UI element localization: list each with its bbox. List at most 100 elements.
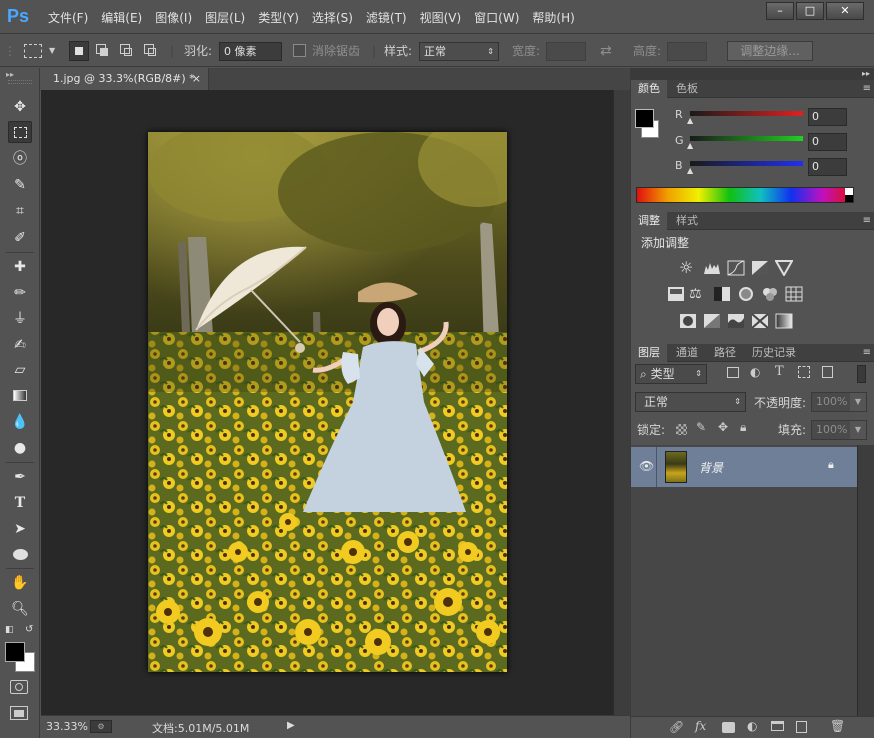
menu-help[interactable]: 帮助(H) [530,9,582,26]
levels-icon[interactable] [703,260,721,276]
link-layers-icon[interactable]: 🔗︎ [669,720,684,734]
marquee-tool-icon[interactable] [8,121,32,143]
posterize-icon[interactable] [703,313,721,329]
channel-g-thumb-icon[interactable]: ▲ [687,141,693,150]
intersect-selection-button[interactable] [144,44,156,56]
brightness-icon[interactable]: ☼ [679,260,697,276]
type-tool-icon[interactable]: T [8,492,32,514]
channel-mixer-icon[interactable] [761,286,779,302]
tab-layers[interactable]: 图层 [631,344,667,362]
filter-shape-icon[interactable] [798,366,810,378]
add-selection-button[interactable] [96,44,108,56]
channel-g-slider[interactable] [690,136,803,141]
tab-adjustments[interactable]: 调整 [631,212,667,230]
foreground-color-swatch[interactable] [5,642,25,662]
layer-row-background[interactable]: 👁︎ 背景 🔒︎ [631,447,857,487]
eyedropper-tool-icon[interactable]: ✐ [8,227,32,249]
quick-mask-icon[interactable] [10,680,28,694]
move-tool-icon[interactable]: ✥ [8,96,32,118]
panel-menu-icon[interactable]: ≡ [863,344,871,362]
menu-window[interactable]: 窗口(W) [472,9,527,26]
add-mask-icon[interactable] [722,722,735,733]
lasso-tool-icon[interactable]: ⓞ [8,148,32,170]
tab-styles[interactable]: 样式 [669,212,705,230]
gradient-triangle-icon[interactable] [774,260,794,278]
filter-type-icon[interactable]: T [775,364,784,379]
channel-b-slider[interactable] [690,161,803,166]
collapse-panels-icon[interactable]: ▸▸ [862,68,870,80]
photo-image[interactable] [148,132,507,672]
chevron-down-icon[interactable]: ▼ [850,393,866,411]
photo-filter-icon[interactable] [737,286,755,302]
document-tab[interactable]: 1.jpg @ 33.3%(RGB/8#) * × [41,68,209,90]
pen-tool-icon[interactable]: ✒ [8,466,32,488]
blend-mode-select[interactable]: 正常 ⇕ [635,392,746,412]
history-brush-tool-icon[interactable]: ✍ [8,334,32,356]
color-spectrum-bar[interactable] [636,187,854,203]
brush-tool-icon[interactable]: ✏ [8,282,32,304]
width-input[interactable] [546,42,586,61]
layer-style-fx-icon[interactable]: fx [695,719,706,733]
filter-adjust-icon[interactable]: ◐ [750,365,760,379]
menu-layer[interactable]: 图层(L) [203,9,253,26]
menu-type[interactable]: 类型(Y) [256,9,307,26]
feather-input[interactable]: 0 像素 [219,42,282,61]
screen-mode-icon[interactable] [10,706,28,720]
marquee-preset-icon[interactable] [24,44,42,58]
close-tab-icon[interactable]: × [192,68,201,90]
new-layer-icon[interactable] [796,721,807,733]
antialias-checkbox[interactable] [293,44,306,57]
refine-edge-button[interactable]: 调整边缘... [727,41,813,61]
filter-pixel-icon[interactable] [727,367,739,378]
selective-color-icon[interactable] [751,313,769,329]
lock-position-icon[interactable]: ✥ [718,420,728,434]
clone-stamp-tool-icon[interactable]: ⏚ [8,308,32,330]
crop-tool-icon[interactable]: ⌗ [8,200,32,222]
subtract-selection-button[interactable] [120,44,132,56]
swap-icon[interactable]: ⇄ [600,35,612,67]
zoom-level[interactable]: 33.33% [46,720,88,733]
lock-all-icon[interactable]: 🔒︎ [740,420,746,435]
channel-g-input[interactable]: 0 [808,133,847,151]
menu-filter[interactable]: 滤镜(T) [364,9,415,26]
zoom-tool-icon[interactable]: 🔍︎ [8,598,32,620]
filter-toggle-switch[interactable] [857,365,866,383]
menu-view[interactable]: 视图(V) [418,9,470,26]
panel-menu-icon[interactable]: ≡ [863,212,871,230]
status-menu-arrow-icon[interactable]: ▶ [287,720,295,731]
channel-b-thumb-icon[interactable]: ▲ [687,166,693,175]
menu-file[interactable]: 文件(F) [46,9,96,26]
height-input[interactable] [667,42,707,61]
new-adjustment-icon[interactable]: ◐ [747,719,757,733]
delete-layer-icon[interactable]: 🗑︎ [830,719,845,733]
default-colors-icon[interactable]: ◧ [5,625,14,635]
menu-image[interactable]: 图像(I) [153,9,200,26]
channel-r-thumb-icon[interactable]: ▲ [687,116,693,125]
dodge-tool-icon[interactable]: ● [8,437,32,459]
tab-swatches[interactable]: 色板 [669,80,705,98]
layers-scrollbar[interactable] [857,445,874,716]
minimize-button[interactable]: – [766,2,794,20]
new-group-icon[interactable] [771,721,784,731]
tab-history[interactable]: 历史记录 [745,344,803,362]
chevron-down-icon[interactable]: ▼ [850,421,866,439]
filter-smart-icon[interactable] [822,366,833,378]
path-select-tool-icon[interactable]: ➤ [8,518,32,540]
vibrance-icon[interactable] [667,286,685,302]
menu-select[interactable]: 选择(S) [310,9,361,26]
eraser-tool-icon[interactable]: ▱ [8,359,32,381]
swap-colors-icon[interactable]: ↺ [25,624,33,635]
gradient-tool-icon[interactable] [8,385,32,407]
threshold-icon[interactable] [727,313,745,329]
tab-color[interactable]: 颜色 [631,80,667,98]
lock-transparent-icon[interactable] [676,424,687,435]
tab-channels[interactable]: 通道 [669,344,705,362]
new-selection-button[interactable] [69,41,89,61]
status-info-icon[interactable]: ⚙ [90,720,112,733]
lock-pixels-icon[interactable]: ✎ [696,420,706,434]
channel-b-input[interactable]: 0 [808,158,847,176]
layer-name[interactable]: 背景 [699,459,723,476]
fill-input[interactable]: 100% ▼ [811,420,867,440]
exposure-icon[interactable] [751,260,769,276]
menu-edit[interactable]: 编辑(E) [99,9,150,26]
